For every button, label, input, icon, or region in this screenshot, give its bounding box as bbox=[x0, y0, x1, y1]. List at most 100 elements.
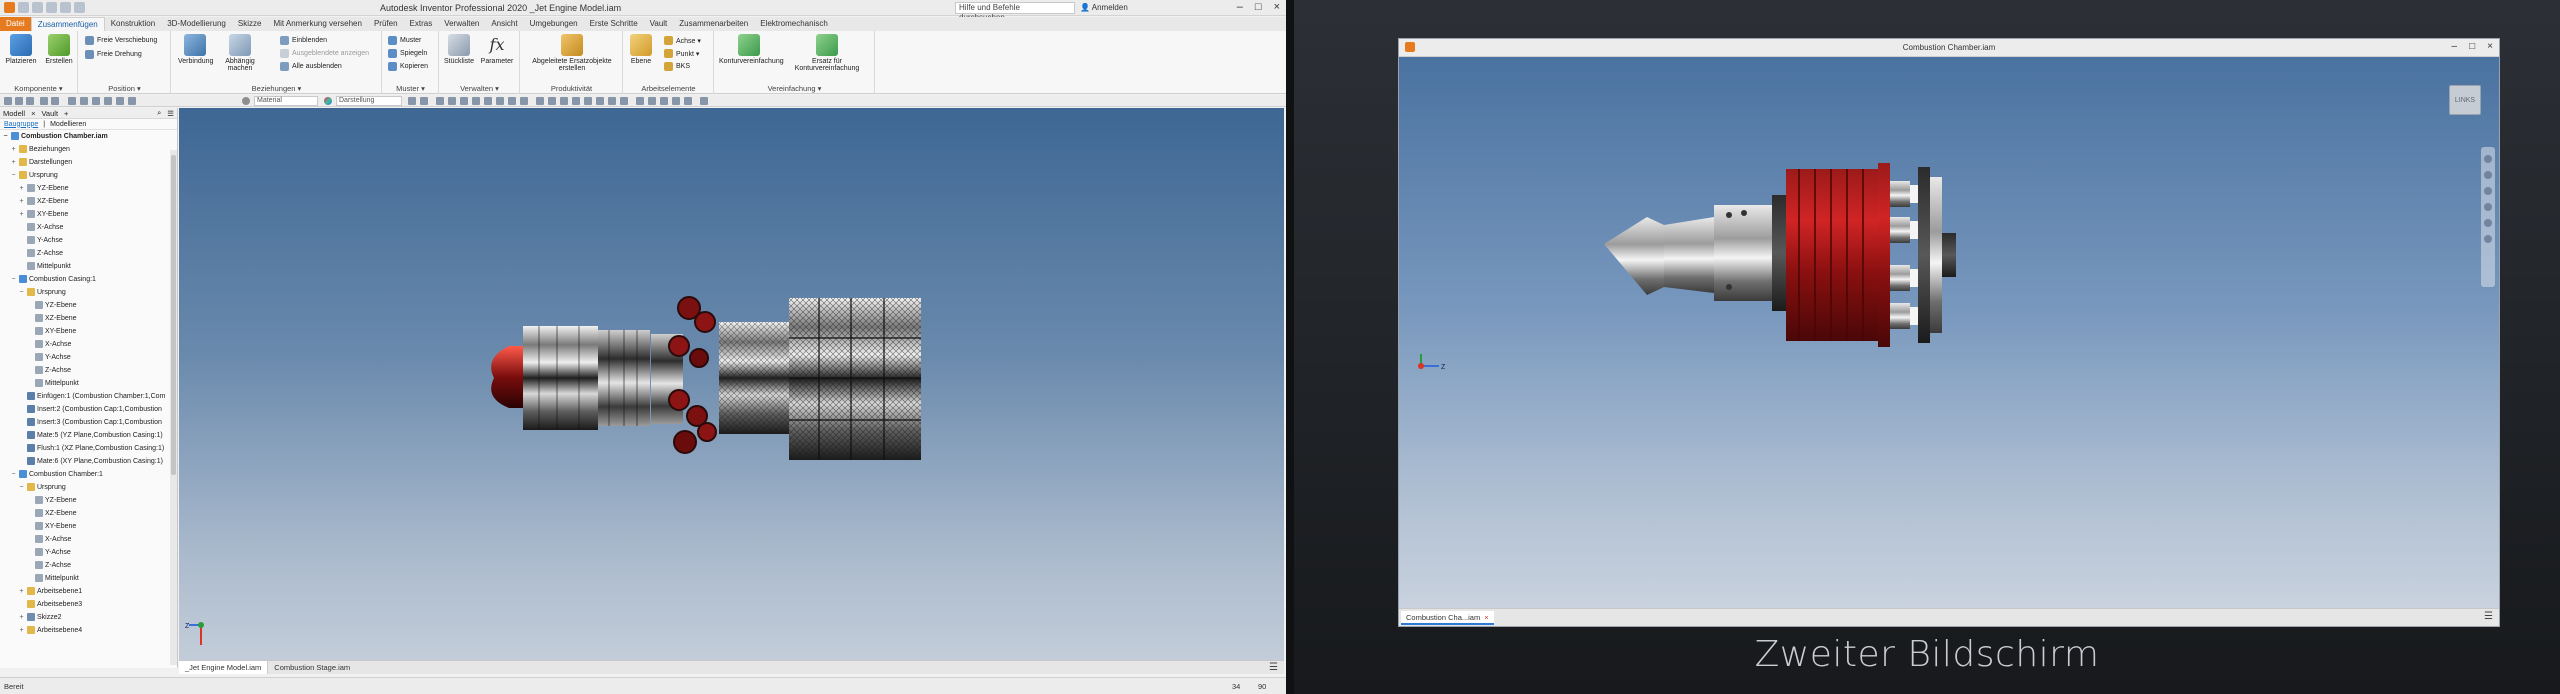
material-select[interactable]: Material bbox=[254, 96, 318, 106]
work-features-icon[interactable] bbox=[648, 97, 656, 105]
tree-item[interactable]: Z-Achse bbox=[26, 559, 71, 571]
texture-icon[interactable] bbox=[620, 97, 628, 105]
pan-icon[interactable] bbox=[460, 97, 468, 105]
shrinkwrap-button[interactable]: Konturvereinfachung bbox=[719, 34, 784, 65]
collapse-icon[interactable]: − bbox=[10, 172, 17, 179]
collapse-icon[interactable]: − bbox=[18, 289, 25, 296]
close-icon[interactable]: × bbox=[2487, 41, 2493, 52]
add-tab-icon[interactable]: + bbox=[61, 109, 71, 118]
ribbon-tab-11[interactable]: Erste Schritte bbox=[584, 17, 644, 31]
new-icon[interactable] bbox=[18, 2, 29, 13]
tree-item[interactable]: − Ursprung bbox=[18, 481, 66, 493]
derived-substitutes-button[interactable]: Abgeleitete Ersatzobjekte erstellen bbox=[527, 34, 617, 72]
ribbon-tab-10[interactable]: Umgebungen bbox=[524, 17, 584, 31]
tab-vault[interactable]: Vault bbox=[38, 109, 61, 118]
sectioning-icon[interactable] bbox=[536, 97, 544, 105]
tree-item[interactable]: + Beziehungen bbox=[10, 143, 70, 155]
color-icon[interactable] bbox=[116, 97, 124, 105]
minimize-icon[interactable]: – bbox=[2452, 41, 2458, 52]
collapse-icon[interactable]: − bbox=[2, 133, 9, 140]
ribbon-tab-12[interactable]: Vault bbox=[644, 17, 674, 31]
new-file-icon[interactable] bbox=[4, 97, 12, 105]
floating-window-titlebar[interactable]: Combustion Chamber.iam – □ × bbox=[1399, 39, 2499, 57]
ribbon-tab-13[interactable]: Zusammenarbeiten bbox=[673, 17, 754, 31]
expand-icon[interactable]: + bbox=[18, 211, 25, 218]
tree-item[interactable]: − Combustion Chamber.iam bbox=[2, 130, 108, 142]
tree-item[interactable]: Mittelpunkt bbox=[26, 572, 79, 584]
close-icon[interactable]: × bbox=[1274, 1, 1280, 13]
visual-style-icon[interactable] bbox=[496, 97, 504, 105]
ribbon-tab-8[interactable]: Verwalten bbox=[438, 17, 485, 31]
tree-item[interactable]: Arbeitsebene3 bbox=[18, 598, 82, 610]
pan-icon[interactable] bbox=[2484, 171, 2492, 179]
doc-tab-combustion-chamber[interactable]: Combustion Cha...iam × bbox=[1401, 611, 1494, 625]
adjust-icon[interactable] bbox=[420, 97, 428, 105]
ribbon-tab-6[interactable]: Prüfen bbox=[368, 17, 404, 31]
free-move-button[interactable]: Freie Verschiebung bbox=[85, 35, 157, 46]
ribbon-tab-9[interactable]: Ansicht bbox=[485, 17, 523, 31]
steering-wheel-icon[interactable] bbox=[2484, 155, 2492, 163]
close-icon[interactable]: × bbox=[1484, 613, 1488, 622]
expand-icon[interactable]: + bbox=[18, 198, 25, 205]
hide-all-button[interactable]: Alle ausblenden bbox=[280, 61, 342, 72]
doc-tab-combustion-stage[interactable]: Combustion Stage.iam bbox=[268, 661, 356, 674]
tree-item[interactable]: X-Achse bbox=[26, 533, 71, 545]
browser-scrollbar[interactable] bbox=[170, 150, 177, 665]
viewcube[interactable]: LINKS bbox=[2449, 85, 2481, 115]
tree-item[interactable]: Mittelpunkt bbox=[26, 377, 79, 389]
redo-icon[interactable] bbox=[74, 2, 85, 13]
tree-item[interactable]: − Ursprung bbox=[18, 286, 66, 298]
expand-icon[interactable]: + bbox=[10, 146, 17, 153]
show-button[interactable]: Einblenden bbox=[280, 35, 327, 46]
shrinkwrap-substitute-button[interactable]: Ersatz für Konturvereinfachung bbox=[789, 34, 865, 72]
tree-item[interactable]: Mate:5 (YZ Plane,Combustion Casing:1) bbox=[18, 429, 163, 441]
free-rotate-button[interactable]: Freie Drehung bbox=[85, 49, 142, 60]
close-icon[interactable]: × bbox=[28, 109, 38, 118]
point-button[interactable]: Punkt ▾ bbox=[664, 48, 699, 59]
tree-item[interactable]: + XY-Ebene bbox=[18, 208, 68, 220]
tree-item[interactable]: XY-Ebene bbox=[26, 325, 76, 337]
appearance-select[interactable]: Darstellung bbox=[336, 96, 402, 106]
measure-icon[interactable] bbox=[92, 97, 100, 105]
expand-icon[interactable]: + bbox=[10, 159, 17, 166]
tree-item[interactable]: XZ-Ebene bbox=[26, 507, 77, 519]
pattern-button[interactable]: Muster bbox=[388, 35, 421, 46]
grid-icon[interactable] bbox=[548, 97, 556, 105]
select-icon[interactable] bbox=[80, 97, 88, 105]
doc-tab-jet-engine[interactable]: _Jet Engine Model.iam bbox=[179, 661, 269, 674]
bom-button[interactable]: Stückliste bbox=[442, 34, 476, 65]
expand-icon[interactable]: + bbox=[18, 627, 25, 634]
tree-item[interactable]: Mate:6 (XY Plane,Combustion Casing:1) bbox=[18, 455, 163, 467]
orbit-icon[interactable] bbox=[472, 97, 480, 105]
tree-item[interactable]: Y-Achse bbox=[26, 351, 71, 363]
look-at-icon[interactable] bbox=[2484, 219, 2492, 227]
clear-appearance-icon[interactable] bbox=[408, 97, 416, 105]
panel-label-beziehungen[interactable]: Beziehungen ▾ bbox=[172, 84, 381, 93]
tree-item[interactable]: Insert:2 (Combustion Cap:1,Combustion bbox=[18, 403, 162, 415]
tree-item[interactable]: Einfügen:1 (Combustion Chamber:1,Com bbox=[18, 390, 165, 402]
ribbon-tab-2[interactable]: Konstruktion bbox=[105, 17, 161, 31]
dof-icon[interactable] bbox=[672, 97, 680, 105]
menu-icon[interactable]: ☰ bbox=[164, 109, 177, 118]
tree-item[interactable]: + Darstellungen bbox=[10, 156, 72, 168]
tab-modell[interactable]: Modell bbox=[0, 109, 28, 118]
doc-tabs-menu-icon[interactable]: ☰ bbox=[2484, 611, 2493, 622]
collapse-icon[interactable]: − bbox=[10, 471, 17, 478]
tree-item[interactable]: YZ-Ebene bbox=[26, 494, 77, 506]
mode-assembly[interactable]: Baugruppe bbox=[4, 121, 38, 128]
ribbon-tab-1[interactable]: Zusammenfügen bbox=[30, 17, 105, 31]
panel-label-position[interactable]: Position ▾ bbox=[79, 84, 170, 93]
view-face-icon[interactable] bbox=[484, 97, 492, 105]
save-file-icon[interactable] bbox=[26, 97, 34, 105]
create-button[interactable]: Erstellen bbox=[42, 34, 76, 65]
expand-icon[interactable]: + bbox=[18, 588, 25, 595]
tree-item[interactable]: Flush:1 (XZ Plane,Combustion Casing:1) bbox=[18, 442, 164, 454]
tree-item[interactable]: XZ-Ebene bbox=[26, 312, 77, 324]
environment-icon[interactable] bbox=[584, 97, 592, 105]
floating-viewport[interactable]: Z LINKS bbox=[1399, 57, 2499, 608]
ray-trace-icon[interactable] bbox=[520, 97, 528, 105]
tree-item[interactable]: Z-Achse bbox=[26, 364, 71, 376]
lighting-icon[interactable] bbox=[572, 97, 580, 105]
show-hidden-button[interactable]: Ausgeblendete anzeigen bbox=[280, 48, 369, 59]
signin-button[interactable]: 👤 Anmelden bbox=[1080, 3, 1128, 12]
